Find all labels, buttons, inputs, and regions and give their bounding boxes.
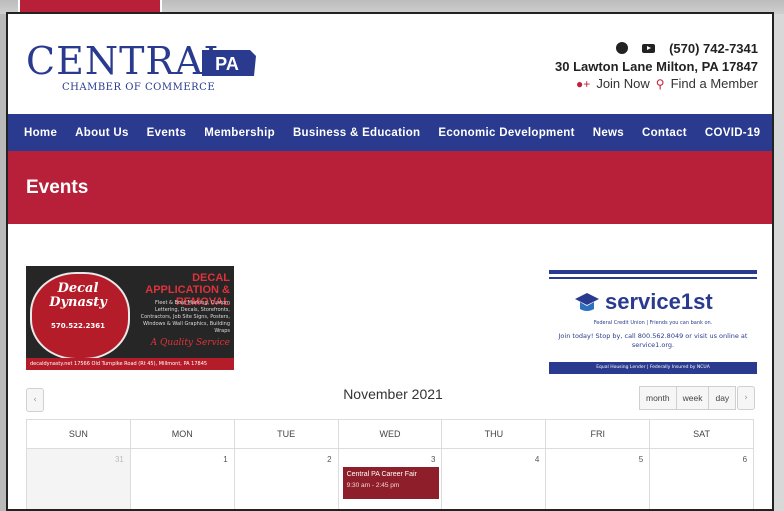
header-links: ●+ Join Now ⚲ Find a Member bbox=[555, 76, 758, 91]
nav-about-us[interactable]: About Us bbox=[66, 127, 138, 139]
calendar-view-switch: month week day bbox=[639, 386, 737, 410]
nav-news[interactable]: News bbox=[584, 127, 633, 139]
logo-subtitle: CHAMBER OF COMMERCE bbox=[62, 82, 216, 93]
calendar-title: November 2021 bbox=[343, 386, 443, 402]
calendar-day-cell[interactable]: 6 bbox=[649, 449, 753, 509]
page-banner: Events bbox=[8, 151, 772, 224]
decal-dynasty-ad[interactable]: Decal Dynasty 570.522.2361 DECAL APPLICA… bbox=[26, 266, 234, 370]
browser-page: CENTRAL PA CHAMBER OF COMMERCE (570) 742… bbox=[6, 12, 774, 511]
address: 30 Lawton Lane Milton, PA 17847 bbox=[555, 59, 758, 74]
ad-stripe bbox=[549, 277, 757, 279]
join-now-link[interactable]: Join Now bbox=[596, 76, 649, 91]
nav-business-education[interactable]: Business & Education bbox=[284, 127, 429, 139]
nav-covid-19[interactable]: COVID-19 bbox=[696, 127, 769, 139]
ad-stripe bbox=[549, 270, 757, 274]
day-number: 2 bbox=[327, 455, 332, 464]
calendar-day-cell[interactable]: 1 bbox=[129, 449, 234, 509]
calendar-day-cell[interactable]: 5 bbox=[545, 449, 649, 509]
service1st-ad[interactable]: service1st Federal Credit Union | Friend… bbox=[549, 270, 757, 374]
view-week-button[interactable]: week bbox=[676, 386, 710, 410]
calendar-day-cell[interactable]: 4 bbox=[441, 449, 545, 509]
calendar-event[interactable]: Central PA Career Fair 9:30 am - 2:45 pm bbox=[342, 467, 439, 499]
calendar-prev-button[interactable]: ‹ bbox=[26, 388, 44, 412]
ad-brand-name: service1st bbox=[605, 289, 713, 314]
nav-membership[interactable]: Membership bbox=[195, 127, 284, 139]
day-number: 6 bbox=[742, 455, 748, 464]
ad-credit-union: Federal Credit Union | Friends you can b… bbox=[593, 320, 713, 326]
add-user-icon: ●+ bbox=[576, 76, 591, 91]
calendar-week-row: 31 1 2 3 Central PA Career Fair 9:30 am … bbox=[26, 449, 754, 509]
find-member-link[interactable]: Find a Member bbox=[671, 76, 758, 91]
day-number: 1 bbox=[223, 455, 228, 464]
weekday-label: THU bbox=[441, 420, 545, 448]
ad-tagline: A Quality Service bbox=[150, 338, 230, 348]
calendar-weekday-header: SUN MON TUE WED THU FRI SAT bbox=[26, 419, 754, 449]
ad-phone: 570.522.2361 bbox=[50, 322, 106, 330]
contact-row: (570) 742-7341 bbox=[555, 38, 758, 58]
weekday-label: WED bbox=[337, 420, 442, 448]
calendar-day-cell[interactable]: 31 bbox=[27, 449, 130, 509]
ad-services: Fleet & Boat Marking, Custom Lettering, … bbox=[140, 300, 230, 334]
hat-icon bbox=[575, 293, 599, 311]
phone-number[interactable]: (570) 742-7341 bbox=[669, 41, 758, 56]
site-header: CENTRAL PA CHAMBER OF COMMERCE (570) 742… bbox=[8, 14, 772, 114]
pa-state-logo-icon: PA bbox=[202, 50, 256, 76]
ad-footer: decaldynasty.net 17566 Old Turnpike Road… bbox=[26, 358, 234, 370]
view-day-button[interactable]: day bbox=[709, 386, 737, 410]
day-number: 31 bbox=[114, 455, 124, 464]
search-icon: ⚲ bbox=[655, 76, 665, 91]
calendar-day-cell[interactable]: 3 Central PA Career Fair 9:30 am - 2:45 … bbox=[337, 449, 442, 509]
nav-home[interactable]: Home bbox=[8, 127, 66, 139]
nav-economic-development[interactable]: Economic Development bbox=[429, 127, 583, 139]
nav-events[interactable]: Events bbox=[138, 127, 196, 139]
site-logo[interactable]: CENTRAL PA CHAMBER OF COMMERCE bbox=[26, 40, 266, 100]
calendar-grid: SUN MON TUE WED THU FRI SAT 31 1 2 3 Cen… bbox=[26, 419, 754, 509]
weekday-label: TUE bbox=[233, 420, 338, 448]
view-month-button[interactable]: month bbox=[639, 386, 677, 410]
event-time: 9:30 am - 2:45 pm bbox=[346, 482, 400, 489]
logo-badge: PA bbox=[215, 54, 239, 74]
main-nav: Home About Us Events Membership Business… bbox=[8, 114, 772, 151]
weekday-label: MON bbox=[129, 420, 234, 448]
nav-contact[interactable]: Contact bbox=[633, 127, 696, 139]
day-number: 5 bbox=[638, 455, 644, 464]
page-title: Events bbox=[26, 177, 89, 198]
ad-brand-name: Decal Dynasty bbox=[49, 281, 107, 310]
ad-footer: Equal Housing Lender | Federally Insured… bbox=[549, 362, 757, 374]
service1st-logo: service1st bbox=[573, 288, 713, 316]
ad-join-text: Join today! Stop by, call 800.562.8049 o… bbox=[558, 332, 748, 349]
weekday-label: SUN bbox=[68, 429, 88, 439]
weekday-label: SAT bbox=[649, 420, 753, 448]
calendar-next-button[interactable]: › bbox=[737, 386, 755, 410]
facebook-icon[interactable] bbox=[616, 42, 629, 54]
header-contact: (570) 742-7341 30 Lawton Lane Milton, PA… bbox=[555, 38, 758, 92]
day-number: 4 bbox=[534, 455, 540, 464]
calendar-day-cell[interactable]: 2 bbox=[233, 449, 338, 509]
youtube-icon[interactable] bbox=[642, 43, 656, 53]
event-title: Central PA Career Fair bbox=[346, 471, 417, 478]
day-number: 3 bbox=[430, 455, 436, 464]
weekday-label: FRI bbox=[545, 420, 649, 448]
